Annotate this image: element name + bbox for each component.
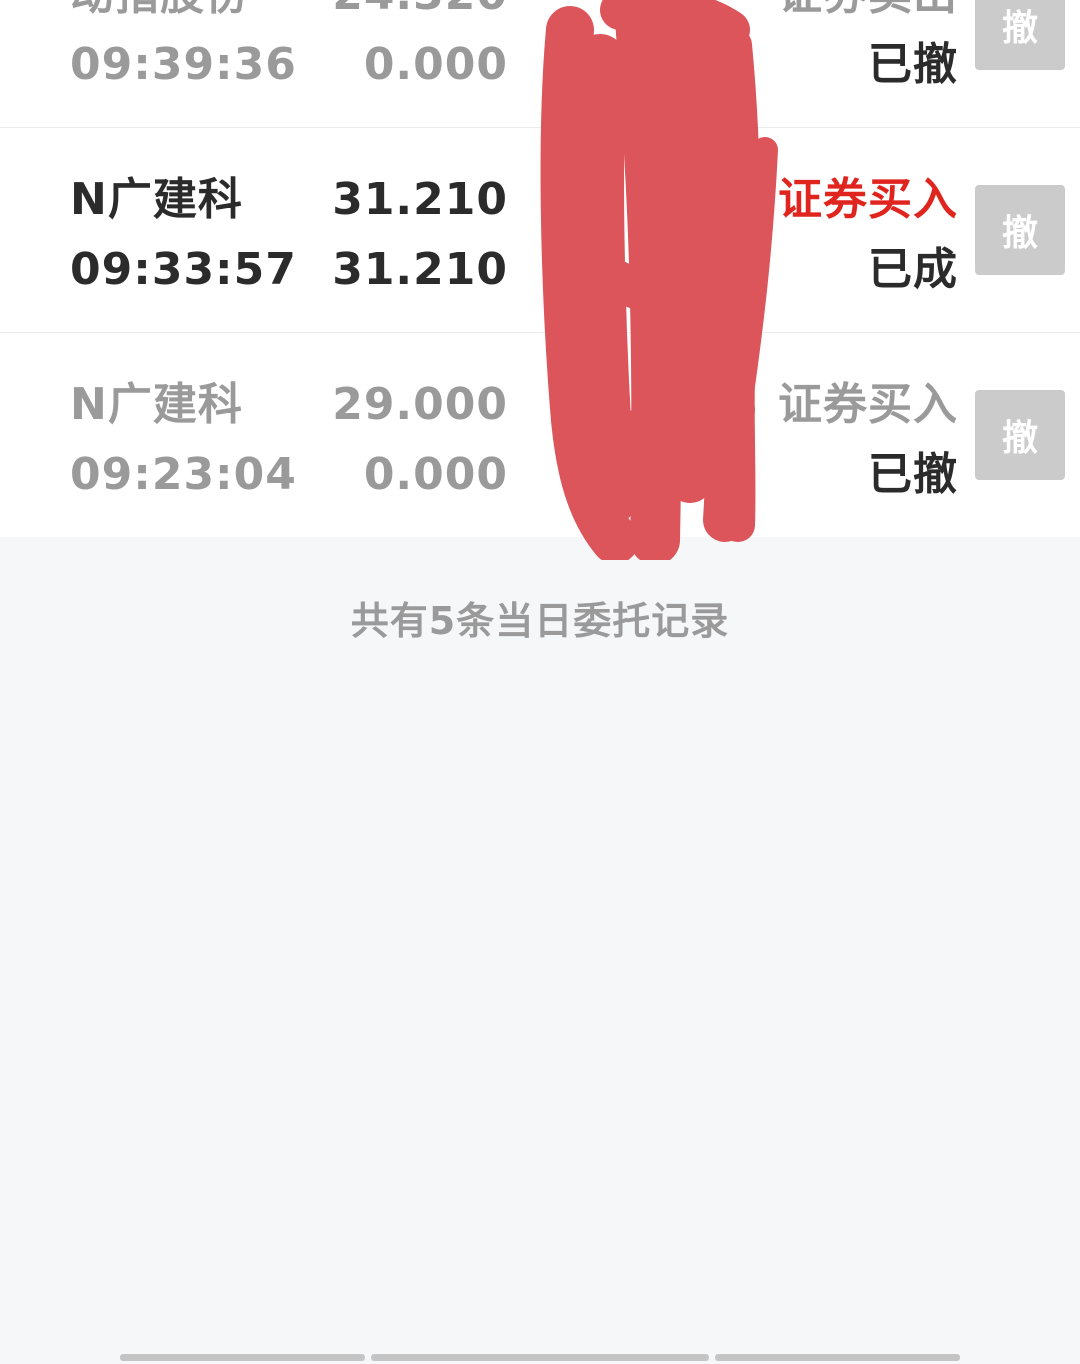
cancel-order-button[interactable]: 撤 — [975, 390, 1065, 480]
nav-bar-segment — [120, 1354, 365, 1361]
order-status: 已撤 — [868, 449, 958, 500]
order-type: 证券卖出 — [778, 0, 958, 17]
order-count-summary: 共有5条当日委托记录 — [350, 599, 730, 643]
order-type: 证券买入 — [778, 174, 958, 225]
deal-price: 0.000 — [363, 39, 508, 90]
stock-name: N广建科 — [70, 379, 243, 430]
deal-price: 0.000 — [363, 449, 508, 500]
deal-price: 31.210 — [332, 244, 508, 295]
order-price: 31.210 — [332, 174, 508, 225]
cancel-order-button[interactable]: 撤 — [975, 0, 1065, 70]
order-type: 证券买入 — [778, 379, 958, 430]
stock-name: N广建科 — [70, 174, 243, 225]
order-price: 24.320 — [332, 0, 508, 17]
order-time: 09:23:04 — [70, 449, 297, 500]
order-time: 09:39:36 — [70, 39, 297, 90]
order-row[interactable]: N广建科 09:23:04 29.000 0.000 证券买入 已撤 撤 — [0, 333, 1080, 537]
cancel-order-button[interactable]: 撤 — [975, 185, 1065, 275]
order-list: 动指股份 09:39:36 24.320 0.000 证券卖出 已撤 撤 N广建… — [0, 0, 1080, 537]
order-price: 29.000 — [332, 379, 508, 430]
order-time: 09:33:57 — [70, 244, 297, 295]
stock-name: 动指股份 — [70, 0, 250, 17]
nav-bar-segment — [371, 1354, 709, 1361]
nav-bar-segment — [715, 1354, 960, 1361]
order-row[interactable]: N广建科 09:33:57 31.210 31.210 证券买入 已成 撤 — [0, 128, 1080, 332]
order-row[interactable]: 动指股份 09:39:36 24.320 0.000 证券卖出 已撤 撤 — [0, 0, 1080, 127]
order-status: 已撤 — [868, 39, 958, 90]
order-status: 已成 — [868, 244, 958, 295]
